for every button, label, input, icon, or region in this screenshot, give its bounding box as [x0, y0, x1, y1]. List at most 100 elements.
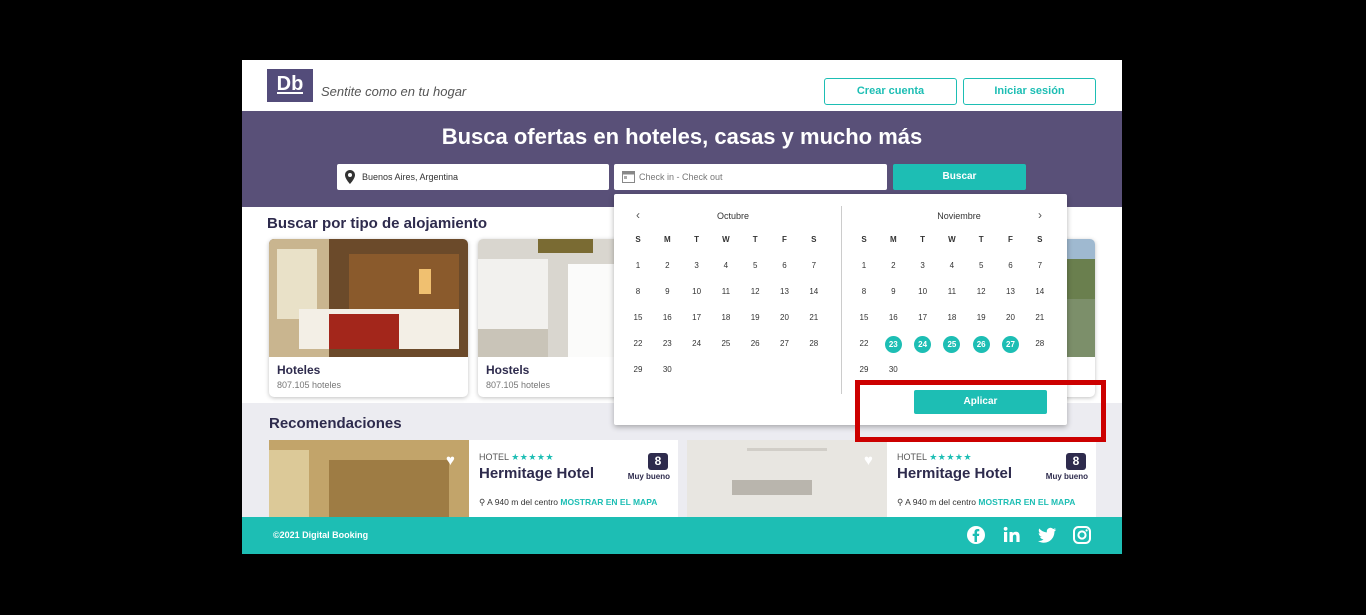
calendar-day[interactable]: 22 [854, 336, 874, 352]
recommendation-image[interactable]: ♥ [269, 440, 469, 520]
heart-icon[interactable]: ♥ [446, 452, 455, 469]
calendar-day[interactable]: 4 [942, 258, 962, 274]
login-button[interactable]: Iniciar sesión [963, 78, 1096, 105]
calendar-day[interactable]: 28 [1030, 336, 1050, 352]
calendar-day[interactable]: 24 [687, 336, 707, 352]
calendar-day[interactable]: 8 [628, 284, 648, 300]
calendar-day[interactable]: 15 [628, 310, 648, 326]
calendar-day[interactable]: 13 [775, 284, 795, 300]
calendar-day[interactable]: 23 [657, 336, 677, 352]
logo[interactable]: Db [267, 69, 313, 102]
destination-value: Buenos Aires, Argentina [362, 172, 459, 182]
calendar-day[interactable]: 22 [628, 336, 648, 352]
weekday-label: S [635, 235, 641, 244]
instagram-icon[interactable] [1072, 525, 1092, 545]
star-rating: ★★★★★ [929, 452, 973, 462]
calendar-day[interactable]: 1 [854, 258, 874, 274]
recommendations-title: Recomendaciones [269, 415, 402, 432]
calendar-day[interactable]: 9 [657, 284, 677, 300]
linkedin-icon[interactable] [1002, 525, 1022, 545]
search-button[interactable]: Buscar [893, 164, 1026, 190]
calendar-day[interactable]: 17 [913, 310, 933, 326]
hero-title: Busca ofertas en hoteles, casas y mucho … [441, 124, 923, 149]
dates-input[interactable]: Check in - Check out [614, 164, 887, 190]
calendar-day[interactable]: 21 [1030, 310, 1050, 326]
calendar-day[interactable]: 13 [1001, 284, 1021, 300]
weekday-label: F [782, 235, 787, 244]
score-label: Muy bueno [1045, 472, 1088, 481]
hotel-location: ⚲ A 940 m del centro MOSTRAR EN EL MAPA [479, 497, 658, 507]
recommendation-card[interactable]: HOTEL ★★★★★ Hermitage Hotel 8 Muy bueno … [469, 440, 678, 520]
type-count: 807.105 hoteles [277, 380, 342, 390]
calendar-day[interactable]: 10 [687, 284, 707, 300]
calendar-day[interactable]: 9 [883, 284, 903, 300]
show-on-map-link[interactable]: MOSTRAR EN EL MAPA [978, 497, 1075, 507]
calendar-day[interactable]: 18 [942, 310, 962, 326]
destination-input[interactable]: Buenos Aires, Argentina [337, 164, 609, 190]
calendar-day-selected[interactable]: 26 [972, 335, 990, 353]
calendar-day[interactable]: 2 [657, 258, 677, 274]
weekday-label: S [811, 235, 817, 244]
calendar-day[interactable]: 3 [687, 258, 707, 274]
calendar-day[interactable]: 12 [971, 284, 991, 300]
calendar-day[interactable]: 16 [657, 310, 677, 326]
hotel-category: HOTEL ★★★★★ [479, 452, 555, 462]
location-pin-icon [345, 170, 355, 184]
type-card-hotels[interactable]: Hoteles 807.105 hoteles [269, 239, 468, 397]
calendar-day[interactable]: 1 [628, 258, 648, 274]
calendar-day[interactable]: 2 [883, 258, 903, 274]
calendar-day[interactable]: 25 [716, 336, 736, 352]
calendar-day[interactable]: 20 [1001, 310, 1021, 326]
calendar-day[interactable]: 27 [775, 336, 795, 352]
calendar-day[interactable]: 16 [883, 310, 903, 326]
calendar-day[interactable]: 14 [804, 284, 824, 300]
calendar-day[interactable]: 11 [716, 284, 736, 300]
weekday-label: M [663, 235, 671, 244]
calendar-day[interactable]: 7 [1030, 258, 1050, 274]
calendar-day[interactable]: 18 [716, 310, 736, 326]
twitter-icon[interactable] [1037, 525, 1057, 545]
calendar-day[interactable]: 6 [1001, 258, 1021, 274]
recommendation-card[interactable]: HOTEL ★★★★★ Hermitage Hotel 8 Muy bueno … [887, 440, 1096, 520]
calendar-day[interactable]: 5 [971, 258, 991, 274]
calendar-day[interactable]: 17 [687, 310, 707, 326]
calendar-day[interactable]: 26 [745, 336, 765, 352]
calendar-day[interactable]: 4 [716, 258, 736, 274]
calendar-day[interactable]: 5 [745, 258, 765, 274]
calendar-day[interactable]: 20 [775, 310, 795, 326]
calendar-day[interactable]: 14 [1030, 284, 1050, 300]
calendar-day[interactable]: 21 [804, 310, 824, 326]
calendar-day[interactable]: 3 [913, 258, 933, 274]
calendar-day-selected[interactable]: 24 [914, 335, 932, 353]
create-account-button[interactable]: Crear cuenta [824, 78, 957, 105]
calendar-day[interactable]: 8 [854, 284, 874, 300]
calendar-day-selected[interactable]: 25 [943, 335, 961, 353]
star-rating: ★★★★★ [511, 452, 555, 462]
calendar-day[interactable]: 30 [657, 362, 677, 378]
calendar-day[interactable]: 29 [854, 362, 874, 378]
calendar-day[interactable]: 15 [854, 310, 874, 326]
header: Db Sentite como en tu hogar Crear cuenta… [242, 60, 1122, 111]
types-title: Buscar por tipo de alojamiento [267, 215, 488, 232]
calendar-day[interactable]: 11 [942, 284, 962, 300]
calendar-day[interactable]: 28 [804, 336, 824, 352]
month-name: Octubre [716, 211, 749, 221]
weekday-label: W [948, 235, 956, 244]
calendar-day[interactable]: 6 [775, 258, 795, 274]
calendar-day-selected[interactable]: 23 [884, 335, 902, 353]
calendar-day-selected[interactable]: 27 [1002, 335, 1019, 353]
search-hero: Busca ofertas en hoteles, casas y mucho … [242, 111, 1122, 207]
calendar-day[interactable]: 12 [745, 284, 765, 300]
calendar-day[interactable]: 29 [628, 362, 648, 378]
location-pin-icon: ⚲ [897, 497, 904, 507]
calendar-day[interactable]: 19 [745, 310, 765, 326]
calendar-day[interactable]: 19 [971, 310, 991, 326]
calendar-day[interactable]: 7 [804, 258, 824, 274]
heart-icon[interactable]: ♥ [864, 452, 873, 469]
show-on-map-link[interactable]: MOSTRAR EN EL MAPA [560, 497, 657, 507]
calendar-day[interactable]: 30 [883, 362, 903, 378]
footer: ©2021 Digital Booking [242, 517, 1122, 554]
facebook-icon[interactable] [966, 525, 986, 545]
recommendation-image[interactable]: ♥ [687, 440, 887, 520]
calendar-day[interactable]: 10 [913, 284, 933, 300]
